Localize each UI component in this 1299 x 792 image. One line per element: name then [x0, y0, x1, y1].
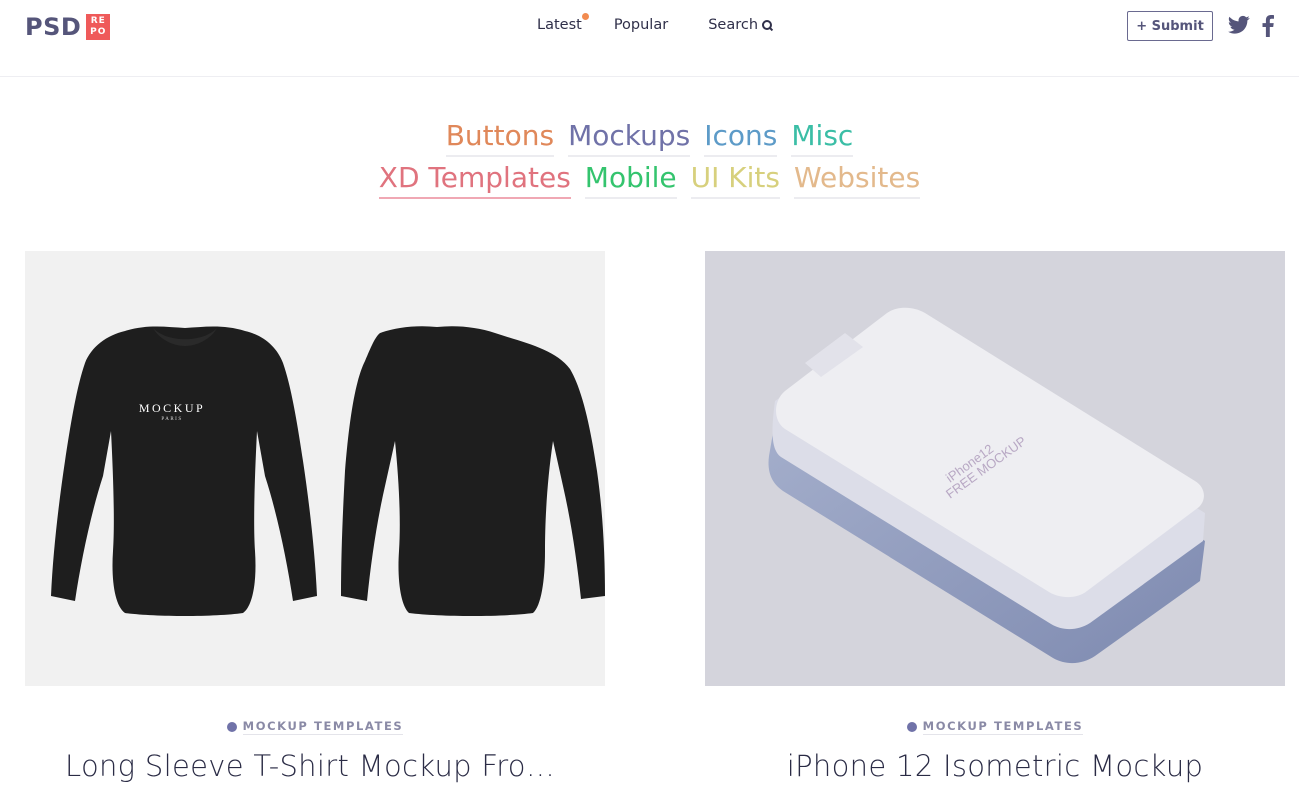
mockup-sub-text: PARIS	[161, 417, 182, 422]
category-icons[interactable]: Icons	[704, 118, 778, 157]
post-title[interactable]: iPhone 12 Isometric Mockup	[705, 749, 1285, 783]
submit-button[interactable]: + Submit	[1127, 11, 1213, 41]
twitter-link[interactable]	[1228, 15, 1250, 35]
nav-popular[interactable]: Popular	[614, 17, 668, 33]
mockup-brand-text: MOCKUP	[139, 401, 205, 415]
category-dot	[226, 722, 237, 732]
category-dot	[906, 722, 917, 732]
category-mockups[interactable]: Mockups	[568, 118, 691, 157]
nav-search-label: Search	[708, 17, 759, 33]
facebook-link[interactable]	[1262, 15, 1274, 37]
category-ui-kits[interactable]: UI Kits	[690, 160, 780, 199]
category-row-1: Buttons Mockups Icons Misc	[0, 118, 1299, 157]
logo-wordmark: PSD	[25, 13, 82, 41]
category-buttons[interactable]: Buttons	[445, 118, 555, 157]
post-thumbnail-tshirt[interactable]: MOCKUP PARIS	[25, 251, 605, 686]
site-logo[interactable]: PSD RE PO	[25, 13, 111, 41]
logo-badge: RE PO	[86, 14, 111, 40]
post-title[interactable]: Long Sleeve T-Shirt Mockup Front and Bac…	[25, 749, 605, 783]
nav-latest[interactable]: Latest	[537, 13, 589, 33]
tshirt-mockup-image: MOCKUP PARIS	[51, 326, 605, 616]
post-category: MOCKUP TEMPLATES	[705, 719, 1285, 735]
category-xd-templates[interactable]: XD Templates	[378, 160, 571, 199]
twitter-icon	[1228, 15, 1250, 34]
new-indicator-dot	[581, 13, 589, 20]
post-category-link[interactable]: MOCKUP TEMPLATES	[922, 719, 1084, 735]
category-mobile[interactable]: Mobile	[584, 160, 677, 199]
search-icon	[762, 19, 773, 31]
logo-badge-line-2: PO	[90, 27, 107, 37]
post-category: MOCKUP TEMPLATES	[25, 719, 605, 735]
post-card: MOCKUP PARIS MOCKUP TEMPLATES Long Sleev…	[25, 251, 605, 783]
main-nav: Latest Popular Search	[537, 13, 773, 33]
category-misc[interactable]: Misc	[791, 118, 854, 157]
nav-popular-label: Popular	[613, 17, 669, 33]
post-card: iPhone12 FREE MOCKUP MOCKUP TEMPLATES iP…	[705, 251, 1285, 783]
facebook-icon	[1262, 15, 1274, 37]
category-row-2: XD Templates Mobile UI Kits Websites	[0, 160, 1299, 199]
category-websites[interactable]: Websites	[794, 160, 921, 199]
site-header: PSD RE PO Latest Popular Search + Submit	[0, 0, 1299, 77]
nav-search[interactable]: Search	[708, 17, 773, 33]
post-thumbnail-iphone[interactable]: iPhone12 FREE MOCKUP	[705, 251, 1285, 686]
iphone-mockup-image: iPhone12 FREE MOCKUP	[768, 307, 1205, 664]
nav-latest-label: Latest	[537, 17, 582, 33]
logo-badge-line-1: RE	[90, 16, 106, 26]
post-category-link[interactable]: MOCKUP TEMPLATES	[242, 719, 404, 735]
